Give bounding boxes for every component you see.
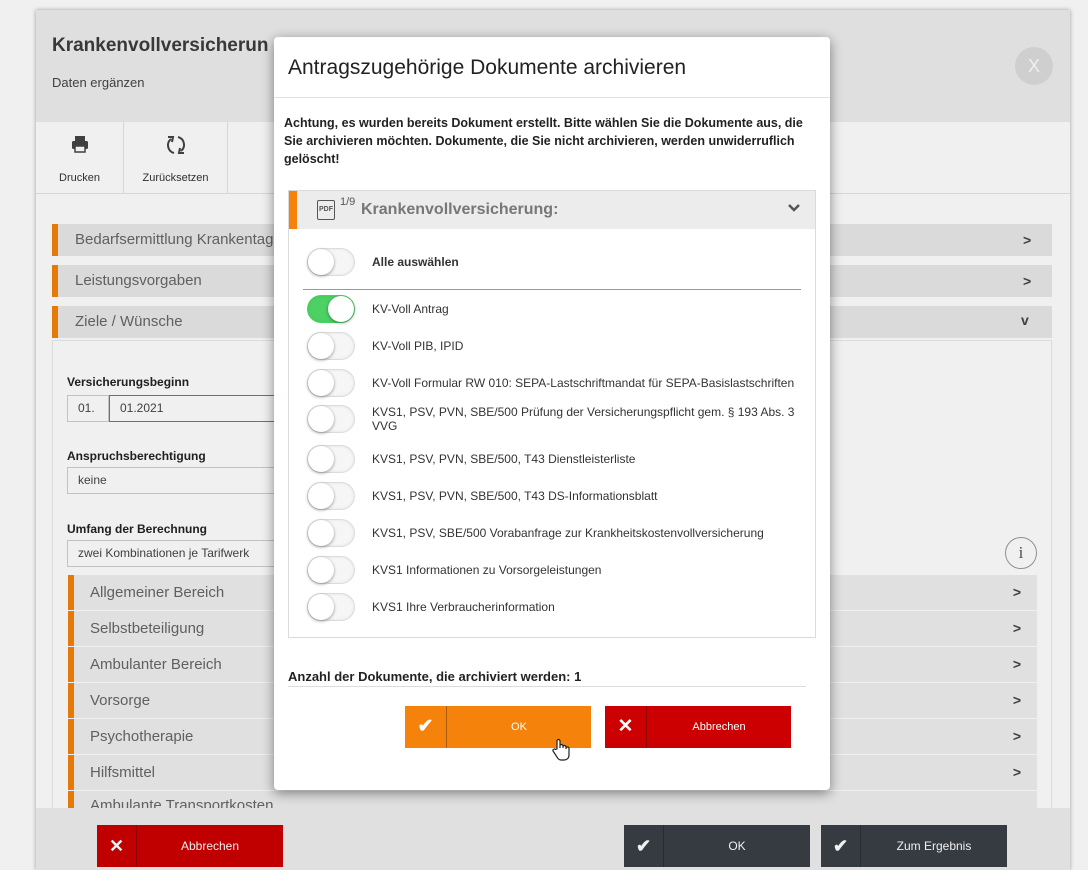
document-toggle[interactable] <box>307 482 355 510</box>
dialog-cancel-button[interactable]: ✕ Abbrechen <box>605 706 791 748</box>
select-all-row: Alle auswählen <box>289 248 815 284</box>
toggle-knob <box>308 520 334 546</box>
document-label: KVS1 Ihre Verbraucherinformation <box>372 600 555 614</box>
document-label: KVS1, PSV, PVN, SBE/500, T43 DS-Informat… <box>372 489 658 503</box>
document-label: KV-Voll Formular RW 010: SEPA-Lastschrif… <box>372 376 795 390</box>
document-toggle[interactable] <box>307 593 355 621</box>
document-row: KVS1, PSV, PVN, SBE/500, T43 DS-Informat… <box>289 482 815 518</box>
document-label: KV-Voll Antrag <box>372 302 449 316</box>
dialog-title: Antragszugehörige Dokumente archivieren <box>288 56 687 79</box>
document-toggle[interactable] <box>307 405 355 433</box>
document-toggle[interactable] <box>307 295 355 323</box>
check-icon: ✔ <box>405 706 447 748</box>
document-row: KVS1, PSV, PVN, SBE/500, T43 Dienstleist… <box>289 445 815 481</box>
archive-documents-dialog: Antragszugehörige Dokumente archivieren … <box>274 37 830 790</box>
toggle-knob <box>308 370 334 396</box>
divider <box>274 97 830 98</box>
toggle-knob <box>308 557 334 583</box>
divider <box>288 686 806 687</box>
toggle-knob <box>308 594 334 620</box>
document-row: KVS1 Informationen zu Vorsorgeleistungen <box>289 556 815 592</box>
close-icon: ✕ <box>605 706 647 748</box>
archive-count-label: Anzahl der Dokumente, die archiviert wer… <box>288 669 582 684</box>
document-label: KVS1, PSV, SBE/500 Vorabanfrage zur Kran… <box>372 526 764 540</box>
toggle-knob <box>308 446 334 472</box>
select-all-label: Alle auswählen <box>372 255 459 269</box>
document-toggle[interactable] <box>307 519 355 547</box>
select-all-toggle[interactable] <box>307 248 355 276</box>
document-row: KVS1 Ihre Verbraucherinformation <box>289 593 815 629</box>
document-row: KVS1, PSV, PVN, SBE/500 Prüfung der Vers… <box>289 405 815 441</box>
document-toggle[interactable] <box>307 445 355 473</box>
document-toggle[interactable] <box>307 332 355 360</box>
toggle-knob <box>308 333 334 359</box>
pdf-icon: PDF <box>317 200 335 220</box>
document-row: KV-Voll Formular RW 010: SEPA-Lastschrif… <box>289 369 815 405</box>
toggle-knob <box>308 406 334 432</box>
warning-text: Achtung, es wurden bereits Dokument erst… <box>284 116 803 166</box>
document-row: KVS1, PSV, SBE/500 Vorabanfrage zur Kran… <box>289 519 815 555</box>
document-group-header[interactable]: PDF 1/9 Krankenvollversicherung: <box>289 191 815 229</box>
document-toggle[interactable] <box>307 556 355 584</box>
document-group: PDF 1/9 Krankenvollversicherung: Alle au… <box>288 190 816 638</box>
divider <box>303 289 801 290</box>
hand-cursor-icon <box>551 738 571 768</box>
document-row: KV-Voll Antrag <box>289 295 815 331</box>
toggle-knob <box>328 296 354 322</box>
document-count-badge: 1/9 <box>340 196 356 208</box>
toggle-knob <box>308 249 334 275</box>
dialog-cancel-label: Abbrechen <box>692 721 746 733</box>
document-label: KV-Voll PIB, IPID <box>372 339 464 353</box>
document-label: KVS1, PSV, PVN, SBE/500, T43 Dienstleist… <box>372 452 636 466</box>
document-label: KVS1, PSV, PVN, SBE/500 Prüfung der Vers… <box>372 405 795 433</box>
document-group-title: Krankenvollversicherung: <box>361 201 559 218</box>
document-toggle[interactable] <box>307 369 355 397</box>
document-row: KV-Voll PIB, IPID <box>289 332 815 368</box>
document-label: KVS1 Informationen zu Vorsorgeleistungen <box>372 563 602 577</box>
toggle-knob <box>308 483 334 509</box>
chevron-down-icon[interactable] <box>787 200 801 216</box>
